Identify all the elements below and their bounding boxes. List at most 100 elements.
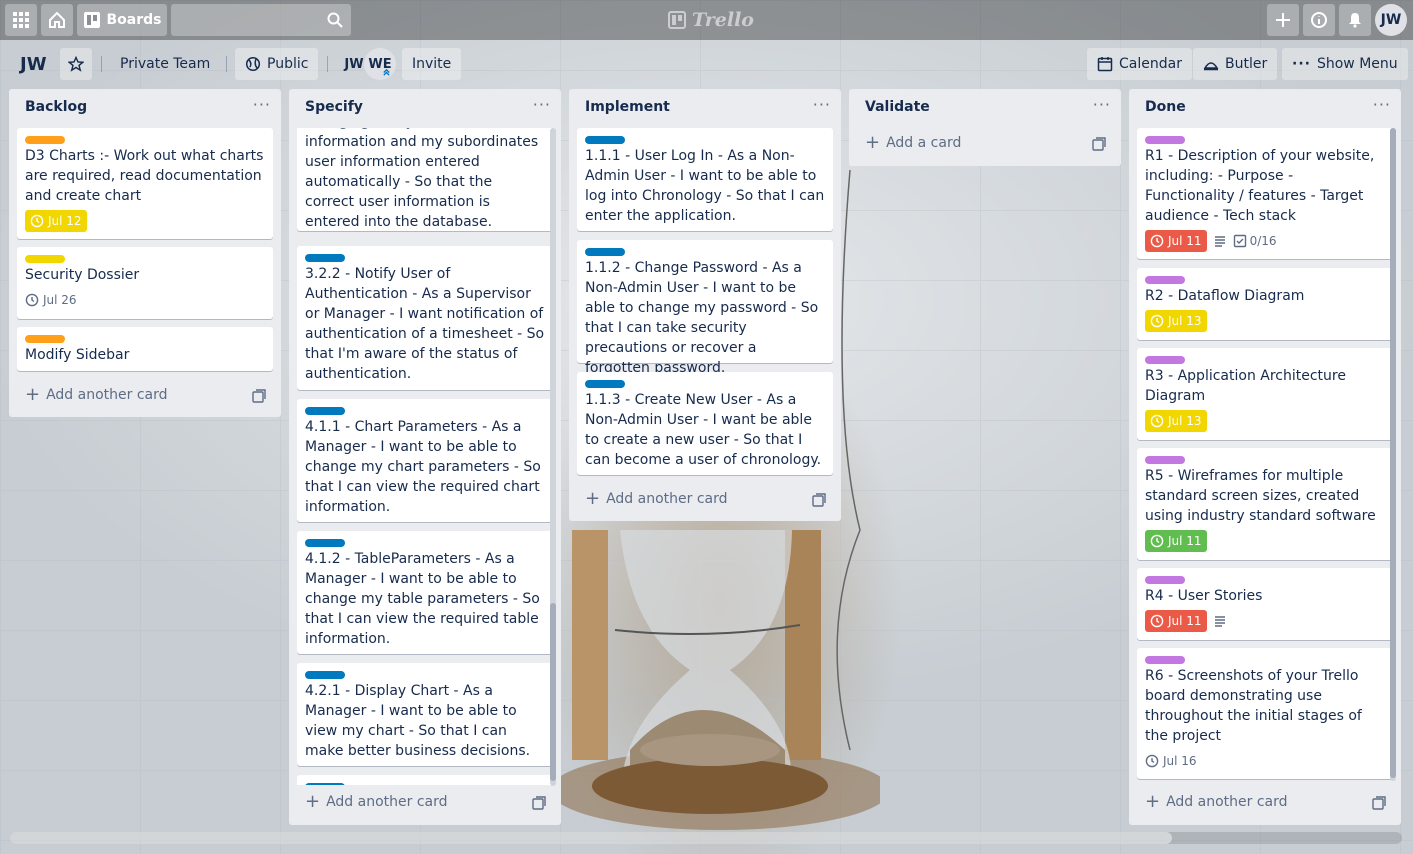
card[interactable]: 3.2.2 - Notify User of Authentication - …	[297, 246, 553, 390]
card-label[interactable]	[305, 783, 345, 785]
list-menu-icon[interactable]: ···	[1093, 95, 1111, 114]
boards-button[interactable]: Boards	[77, 4, 167, 36]
card-template-icon[interactable]	[1371, 795, 1387, 811]
plus-icon: +	[25, 384, 41, 405]
add-card-button[interactable]: + Add another card	[25, 381, 168, 409]
card-label[interactable]	[305, 671, 345, 679]
list-menu-icon[interactable]: ···	[1373, 95, 1391, 114]
card-label[interactable]	[585, 380, 625, 388]
card-label[interactable]	[1145, 656, 1185, 664]
user-avatar[interactable]: JW	[1375, 4, 1407, 36]
card-template-icon[interactable]	[1091, 136, 1107, 152]
card[interactable]: 1.1.2 - Change Password - As a Non-Admin…	[577, 240, 833, 376]
list-scrollbar[interactable]	[550, 128, 556, 786]
list-menu-icon[interactable]: ···	[813, 95, 831, 114]
add-card-label: Add another card	[606, 491, 728, 507]
card[interactable]: Security Dossier Jul 26	[17, 247, 273, 319]
card[interactable]: changing of my information and my subord…	[297, 128, 553, 231]
due-date-badge[interactable]: Jul 12	[25, 210, 87, 232]
due-date-badge[interactable]: Jul 11	[1145, 230, 1207, 252]
notifications-button[interactable]	[1339, 4, 1371, 36]
due-date-badge[interactable]: Jul 26	[25, 289, 77, 311]
clock-icon	[1150, 614, 1164, 628]
card-title: 4.1.2 - TableParameters - As a Manager -…	[305, 551, 540, 647]
trello-mark-icon	[668, 11, 686, 29]
calendar-button[interactable]: Calendar	[1087, 48, 1192, 80]
star-button[interactable]	[60, 48, 92, 80]
card[interactable]: R6 - Screenshots of your Trello board de…	[1137, 648, 1393, 779]
card[interactable]: R5 - Wireframes for multiple standard sc…	[1137, 448, 1393, 560]
card-title: 1.1.3 - Create New User - As a Non-Admin…	[585, 392, 822, 468]
card[interactable]: D3 Charts :- Work out what charts are re…	[17, 128, 273, 239]
butler-button[interactable]: Butler	[1193, 48, 1278, 80]
due-date-badge[interactable]: Jul 13	[1145, 310, 1207, 332]
member-avatar-we[interactable]: WE	[364, 48, 396, 80]
card[interactable]	[297, 775, 553, 785]
invite-button[interactable]: Invite	[402, 48, 462, 80]
card[interactable]: R4 - User Stories Jul 11	[1137, 568, 1393, 640]
create-button[interactable]	[1267, 4, 1299, 36]
add-card-button[interactable]: + Add a card	[865, 129, 961, 157]
list-title[interactable]: Implement	[585, 99, 670, 115]
clock-icon	[1150, 534, 1164, 548]
due-date-badge[interactable]: Jul 11	[1145, 530, 1207, 552]
add-card-button[interactable]: + Add another card	[585, 485, 728, 513]
due-date-badge[interactable]: Jul 13	[1145, 410, 1207, 432]
list-menu-icon[interactable]: ···	[533, 95, 551, 114]
card-label[interactable]	[25, 335, 65, 343]
apps-button[interactable]	[5, 4, 37, 36]
list-menu-icon[interactable]: ···	[253, 95, 271, 114]
scrollbar-thumb[interactable]	[550, 603, 556, 781]
plus-icon: +	[1145, 791, 1161, 812]
list-title[interactable]: Backlog	[25, 99, 87, 115]
card-label[interactable]	[1145, 576, 1185, 584]
scrollbar-thumb[interactable]	[1390, 128, 1396, 778]
add-card-button[interactable]: + Add another card	[305, 788, 448, 816]
home-button[interactable]	[41, 4, 73, 36]
card[interactable]: 4.1.1 - Chart Parameters - As a Manager …	[297, 399, 553, 522]
card[interactable]: 4.2.1 - Display Chart - As a Manager - I…	[297, 663, 553, 766]
add-card-button[interactable]: + Add another card	[1145, 788, 1288, 816]
star-icon	[68, 56, 84, 72]
card-label[interactable]	[25, 255, 65, 263]
visibility-button[interactable]: Public	[235, 48, 319, 80]
card-template-icon[interactable]	[811, 492, 827, 508]
trello-logo[interactable]: Trello	[668, 8, 754, 32]
list-scrollbar[interactable]	[1390, 128, 1396, 781]
boards-label: Boards	[106, 12, 162, 28]
card[interactable]: R2 - Dataflow Diagram Jul 13	[1137, 268, 1393, 340]
card-label[interactable]	[1145, 456, 1185, 464]
card-template-icon[interactable]	[531, 795, 547, 811]
info-button[interactable]	[1303, 4, 1335, 36]
checklist-count: 0/16	[1249, 234, 1277, 248]
card-label[interactable]	[1145, 276, 1185, 284]
scrollbar-thumb[interactable]	[10, 832, 1172, 844]
team-button[interactable]: Private Team	[110, 48, 220, 80]
card-template-icon[interactable]	[251, 388, 267, 404]
card-label[interactable]	[305, 407, 345, 415]
board-name[interactable]: JW	[10, 48, 57, 80]
card-label[interactable]	[305, 254, 345, 262]
card-label[interactable]	[1145, 136, 1185, 144]
due-date-text: Jul 26	[43, 293, 77, 307]
card[interactable]: R3 - Application Architecture Diagram Ju…	[1137, 348, 1393, 440]
list-title[interactable]: Done	[1145, 99, 1186, 115]
list-title[interactable]: Validate	[865, 99, 930, 115]
card[interactable]: 1.1.1 - User Log In - As a Non-Admin Use…	[577, 128, 833, 231]
search-input[interactable]	[171, 4, 351, 36]
card-label[interactable]	[25, 136, 65, 144]
due-date-badge[interactable]: Jul 16	[1145, 750, 1197, 772]
card[interactable]: 4.1.2 - TableParameters - As a Manager -…	[297, 531, 553, 654]
show-menu-button[interactable]: ··· Show Menu	[1282, 48, 1408, 80]
card-label[interactable]	[585, 248, 625, 256]
board-name-text: JW	[20, 53, 47, 75]
board-horizontal-scrollbar[interactable]	[10, 832, 1402, 844]
due-date-badge[interactable]: Jul 11	[1145, 610, 1207, 632]
card-label[interactable]	[585, 136, 625, 144]
card-label[interactable]	[305, 539, 345, 547]
list-title[interactable]: Specify	[305, 99, 363, 115]
card[interactable]: Modify Sidebar	[17, 327, 273, 371]
card-label[interactable]	[1145, 356, 1185, 364]
card[interactable]: R1 - Description of your website, includ…	[1137, 128, 1393, 259]
card[interactable]: 1.1.3 - Create New User - As a Non-Admin…	[577, 372, 833, 475]
